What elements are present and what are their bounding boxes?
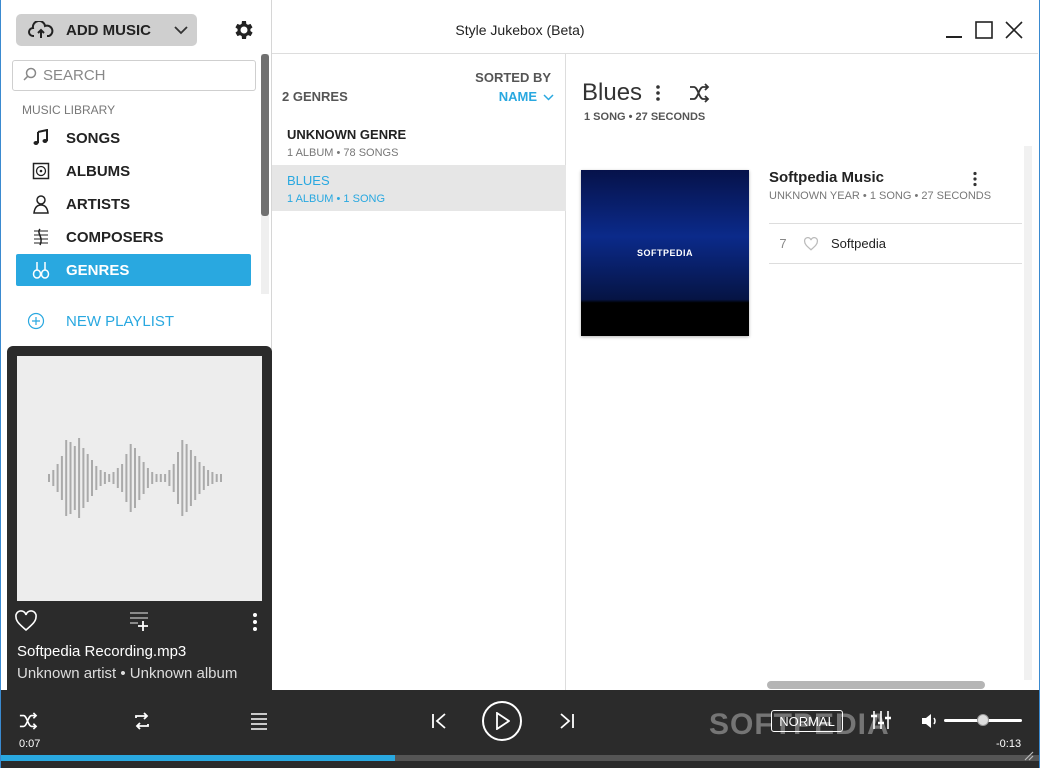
new-playlist-button[interactable]: NEW PLAYLIST <box>16 305 251 337</box>
detail-horizontal-scrollbar-thumb[interactable] <box>767 681 985 689</box>
repeat-icon[interactable] <box>130 710 154 732</box>
shuffle-icon[interactable] <box>16 710 40 732</box>
sidebar-item-artists[interactable]: ARTISTS <box>16 188 251 220</box>
next-icon[interactable] <box>556 710 578 732</box>
time-remaining: -0:13 <box>996 738 1022 750</box>
play-icon <box>496 712 510 730</box>
close-icon[interactable] <box>1004 20 1024 40</box>
equalizer-icon[interactable] <box>868 708 894 732</box>
sort-value: NAME <box>498 89 537 104</box>
genre-row-unknown[interactable]: UNKNOWN GENRE 1 ALBUM • 78 SONGS <box>272 119 566 165</box>
heart-icon[interactable] <box>797 236 825 251</box>
time-elapsed: 0:07 <box>19 738 41 750</box>
waveform-icon <box>48 438 222 518</box>
progress-bar-fill <box>1 755 396 761</box>
plus-circle-icon <box>16 312 56 330</box>
genres-icon <box>16 260 66 280</box>
album-artwork[interactable]: SOFTPEDIA <box>581 170 749 336</box>
playback-mode-button[interactable]: NORMAL <box>771 710 843 732</box>
maximize-icon[interactable] <box>974 20 994 40</box>
sidebar-item-label: ALBUMS <box>66 162 131 180</box>
sidebar-item-label: GENRES <box>66 261 130 279</box>
album-art-text: SOFTPEDIA <box>636 248 693 258</box>
now-playing-subtitle: Unknown artist • Unknown album <box>17 665 238 682</box>
previous-icon[interactable] <box>428 710 450 732</box>
sidebar-item-songs[interactable]: SONGS <box>16 122 251 154</box>
sorted-by-label: SORTED BY <box>475 70 551 85</box>
genre-title: Blues <box>582 79 643 106</box>
detail-vertical-scrollbar[interactable] <box>1024 146 1032 680</box>
sidebar-item-composers[interactable]: COMPOSERS <box>16 221 251 253</box>
volume-icon[interactable] <box>920 711 940 731</box>
sidebar-scrollbar-thumb[interactable] <box>261 54 269 216</box>
music-note-icon <box>16 129 66 147</box>
sidebar-item-label: ARTISTS <box>66 195 131 213</box>
sidebar-item-label: COMPOSERS <box>66 228 164 246</box>
album-meta: UNKNOWN YEAR • 1 SONG • 27 SECONDS <box>769 190 992 202</box>
search-icon <box>23 67 37 85</box>
heart-icon[interactable] <box>14 610 38 637</box>
track-number: 7 <box>779 236 787 251</box>
chevron-down-icon <box>543 89 554 104</box>
chevron-down-icon[interactable] <box>165 25 197 35</box>
cloud-upload-icon <box>16 21 66 39</box>
sidebar-item-label: SONGS <box>66 129 121 147</box>
track-row[interactable]: 7 Softpedia <box>769 224 1022 264</box>
resize-grip-icon[interactable] <box>1022 748 1034 766</box>
more-vertical-icon[interactable] <box>252 612 258 637</box>
now-playing-artwork <box>17 356 262 601</box>
window-title: Style Jukebox (Beta) <box>455 22 585 38</box>
more-vertical-icon[interactable] <box>655 84 661 107</box>
more-vertical-icon[interactable] <box>972 171 978 192</box>
play-button[interactable] <box>482 701 522 741</box>
track-name: Softpedia <box>831 236 886 251</box>
now-playing-title: Softpedia Recording.mp3 <box>17 643 187 660</box>
add-music-button[interactable]: ADD MUSIC <box>16 14 197 46</box>
genre-name: BLUES <box>287 173 330 188</box>
genre-row-blues[interactable]: BLUES 1 ALBUM • 1 SONG <box>272 165 566 211</box>
new-playlist-label: NEW PLAYLIST <box>66 312 175 330</box>
shuffle-icon[interactable] <box>688 83 710 108</box>
artist-icon <box>16 194 66 214</box>
composer-icon <box>16 227 66 247</box>
sort-dropdown[interactable]: NAME <box>488 89 554 104</box>
genre-name: UNKNOWN GENRE <box>287 127 407 142</box>
settings-gear-icon[interactable] <box>229 15 259 45</box>
search-box[interactable] <box>12 60 256 91</box>
add-to-queue-icon[interactable] <box>128 610 152 637</box>
genre-meta: 1 ALBUM • 78 SONGS <box>287 147 399 159</box>
music-library-label: MUSIC LIBRARY <box>22 103 116 117</box>
genre-meta: 1 ALBUM • 1 SONG <box>287 193 385 205</box>
sidebar-item-albums[interactable]: ALBUMS <box>16 155 251 187</box>
minimize-icon[interactable] <box>944 20 964 40</box>
genre-count: 2 GENRES <box>282 89 348 104</box>
search-input[interactable] <box>43 67 243 84</box>
genre-stats: 1 SONG • 27 SECONDS <box>584 111 706 123</box>
add-music-label: ADD MUSIC <box>66 21 151 39</box>
album-title[interactable]: Softpedia Music <box>769 169 884 186</box>
volume-slider-handle[interactable] <box>977 714 989 726</box>
album-icon <box>16 162 66 180</box>
queue-list-icon[interactable] <box>247 710 271 732</box>
sidebar-item-genres[interactable]: GENRES <box>16 254 251 286</box>
